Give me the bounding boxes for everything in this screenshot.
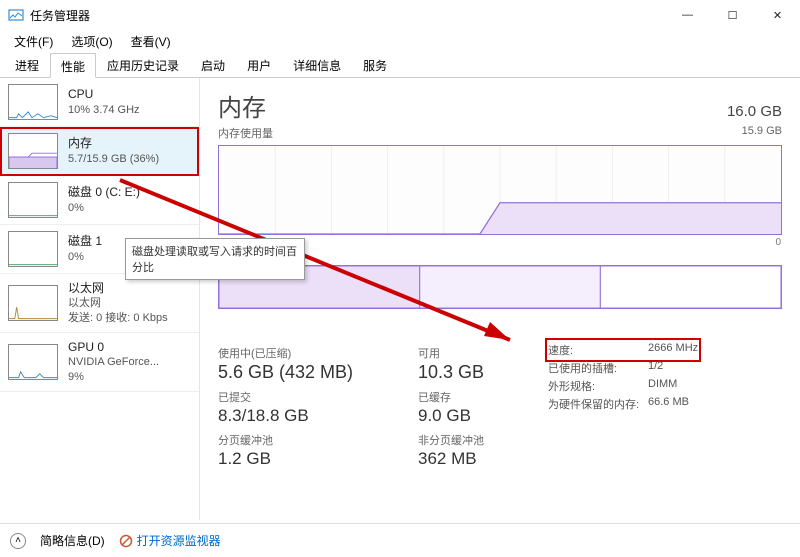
form-value: DIMM bbox=[648, 378, 677, 394]
sidebar-sub: 0% bbox=[68, 201, 140, 216]
slots-value: 1/2 bbox=[648, 360, 663, 376]
speed-value: 2666 MHz bbox=[648, 342, 698, 358]
thumb-gpu0 bbox=[8, 344, 58, 380]
sidebar-label: CPU bbox=[68, 86, 140, 102]
total-memory: 16.0 GB bbox=[727, 103, 782, 120]
app-icon bbox=[8, 7, 24, 23]
paged-label: 分页缓冲池 bbox=[218, 432, 388, 448]
cached-value: 9.0 GB bbox=[418, 406, 518, 426]
footer: ˄ 简略信息(D) 打开资源监视器 bbox=[0, 523, 800, 557]
tab-details[interactable]: 详细信息 bbox=[282, 52, 352, 77]
avail-value: 10.3 GB bbox=[418, 362, 518, 383]
nonpaged-value: 362 MB bbox=[418, 449, 518, 469]
hw-key: 为硬件保留的内存: bbox=[548, 396, 648, 412]
sidebar-item-ethernet[interactable]: 以太网以太网发送: 0 接收: 0 Kbps bbox=[0, 274, 199, 333]
paged-value: 1.2 GB bbox=[218, 449, 388, 469]
sidebar-sub: 10% 3.74 GHz bbox=[68, 103, 140, 118]
sidebar-item-gpu0[interactable]: GPU 0NVIDIA GeForce...9% bbox=[0, 333, 199, 392]
info-row-speed: 速度: 2666 MHz bbox=[548, 341, 698, 359]
thumb-memory bbox=[8, 133, 58, 169]
cached-label: 已缓存 bbox=[418, 389, 518, 405]
tab-app-history[interactable]: 应用历史记录 bbox=[96, 52, 190, 77]
menu-options[interactable]: 选项(O) bbox=[63, 31, 120, 52]
thumb-disk0 bbox=[8, 182, 58, 218]
sidebar-sub: NVIDIA GeForce... bbox=[68, 355, 159, 370]
usage-label: 内存使用量 bbox=[218, 125, 273, 141]
stats-block: 使用中(已压缩) 5.6 GB (432 MB) 已提交 8.3/18.8 GB… bbox=[218, 339, 782, 469]
menubar: 文件(F) 选项(O) 查看(V) bbox=[0, 30, 800, 52]
sidebar-item-cpu[interactable]: CPU10% 3.74 GHz bbox=[0, 78, 199, 127]
used-label: 使用中(已压缩) bbox=[218, 345, 388, 361]
sidebar-sub2: 9% bbox=[68, 370, 159, 385]
sidebar-sub2: 发送: 0 接收: 0 Kbps bbox=[68, 311, 168, 326]
open-resmon-link[interactable]: 打开资源监视器 bbox=[119, 532, 221, 549]
memory-usage-chart: 0 bbox=[218, 145, 782, 235]
sidebar-sub: 5.7/15.9 GB (36%) bbox=[68, 152, 159, 167]
page-title: 内存 bbox=[218, 88, 266, 123]
menu-file[interactable]: 文件(F) bbox=[6, 31, 61, 52]
tab-bar: 进程 性能 应用历史记录 启动 用户 详细信息 服务 bbox=[0, 52, 800, 78]
axis-zero: 0 bbox=[775, 237, 781, 248]
brief-info-link[interactable]: 简略信息(D) bbox=[40, 532, 105, 549]
avail-label: 可用 bbox=[418, 345, 518, 361]
info-row-slots: 已使用的插槽: 1/2 bbox=[548, 359, 698, 377]
info-row-form: 外形规格: DIMM bbox=[548, 377, 698, 395]
tab-services[interactable]: 服务 bbox=[352, 52, 398, 77]
tab-performance[interactable]: 性能 bbox=[50, 53, 96, 78]
sidebar-sub: 0% bbox=[68, 250, 102, 265]
thumb-ethernet bbox=[8, 285, 58, 321]
window-title: 任务管理器 bbox=[30, 7, 665, 24]
thumb-cpu bbox=[8, 84, 58, 120]
minimize-button[interactable]: — bbox=[665, 0, 710, 30]
resmon-icon bbox=[119, 534, 133, 548]
sidebar-label: GPU 0 bbox=[68, 339, 159, 355]
close-button[interactable]: ✕ bbox=[755, 0, 800, 30]
titlebar: 任务管理器 — ☐ ✕ bbox=[0, 0, 800, 30]
menu-view[interactable]: 查看(V) bbox=[123, 31, 179, 52]
form-key: 外形规格: bbox=[548, 378, 648, 394]
sidebar-label: 磁盘 0 (C: E:) bbox=[68, 184, 140, 200]
hw-value: 66.6 MB bbox=[648, 396, 689, 412]
info-row-hwreserved: 为硬件保留的内存: 66.6 MB bbox=[548, 395, 698, 413]
sidebar-label: 以太网 bbox=[68, 280, 168, 296]
sidebar-item-memory[interactable]: 内存5.7/15.9 GB (36%) bbox=[0, 127, 199, 176]
chevron-up-icon[interactable]: ˄ bbox=[10, 533, 26, 549]
tab-users[interactable]: 用户 bbox=[236, 52, 282, 77]
maximize-button[interactable]: ☐ bbox=[710, 0, 755, 30]
sidebar-label: 磁盘 1 bbox=[68, 233, 102, 249]
commit-label: 已提交 bbox=[218, 389, 388, 405]
resmon-label: 打开资源监视器 bbox=[137, 532, 221, 549]
disk-tooltip: 磁盘处理读取或写入请求的时间百分比 bbox=[125, 238, 305, 280]
tab-processes[interactable]: 进程 bbox=[4, 52, 50, 77]
slots-key: 已使用的插槽: bbox=[548, 360, 648, 376]
nonpaged-label: 非分页缓冲池 bbox=[418, 432, 518, 448]
used-value: 5.6 GB (432 MB) bbox=[218, 362, 388, 383]
thumb-disk1 bbox=[8, 231, 58, 267]
info-table: 速度: 2666 MHz 已使用的插槽: 1/2 外形规格: DIMM 为硬件保… bbox=[548, 341, 698, 469]
usage-max: 15.9 GB bbox=[742, 125, 782, 141]
sidebar: CPU10% 3.74 GHz 内存5.7/15.9 GB (36%) 磁盘 0… bbox=[0, 78, 200, 520]
body: CPU10% 3.74 GHz 内存5.7/15.9 GB (36%) 磁盘 0… bbox=[0, 78, 800, 520]
tab-startup[interactable]: 启动 bbox=[190, 52, 236, 77]
sidebar-label: 内存 bbox=[68, 135, 159, 151]
sidebar-item-disk0[interactable]: 磁盘 0 (C: E:)0% bbox=[0, 176, 199, 225]
speed-key: 速度: bbox=[548, 342, 648, 358]
sidebar-sub: 以太网 bbox=[68, 296, 168, 311]
commit-value: 8.3/18.8 GB bbox=[218, 406, 388, 426]
main-panel: 内存 16.0 GB 内存使用量 15.9 GB 0 bbox=[200, 78, 800, 520]
